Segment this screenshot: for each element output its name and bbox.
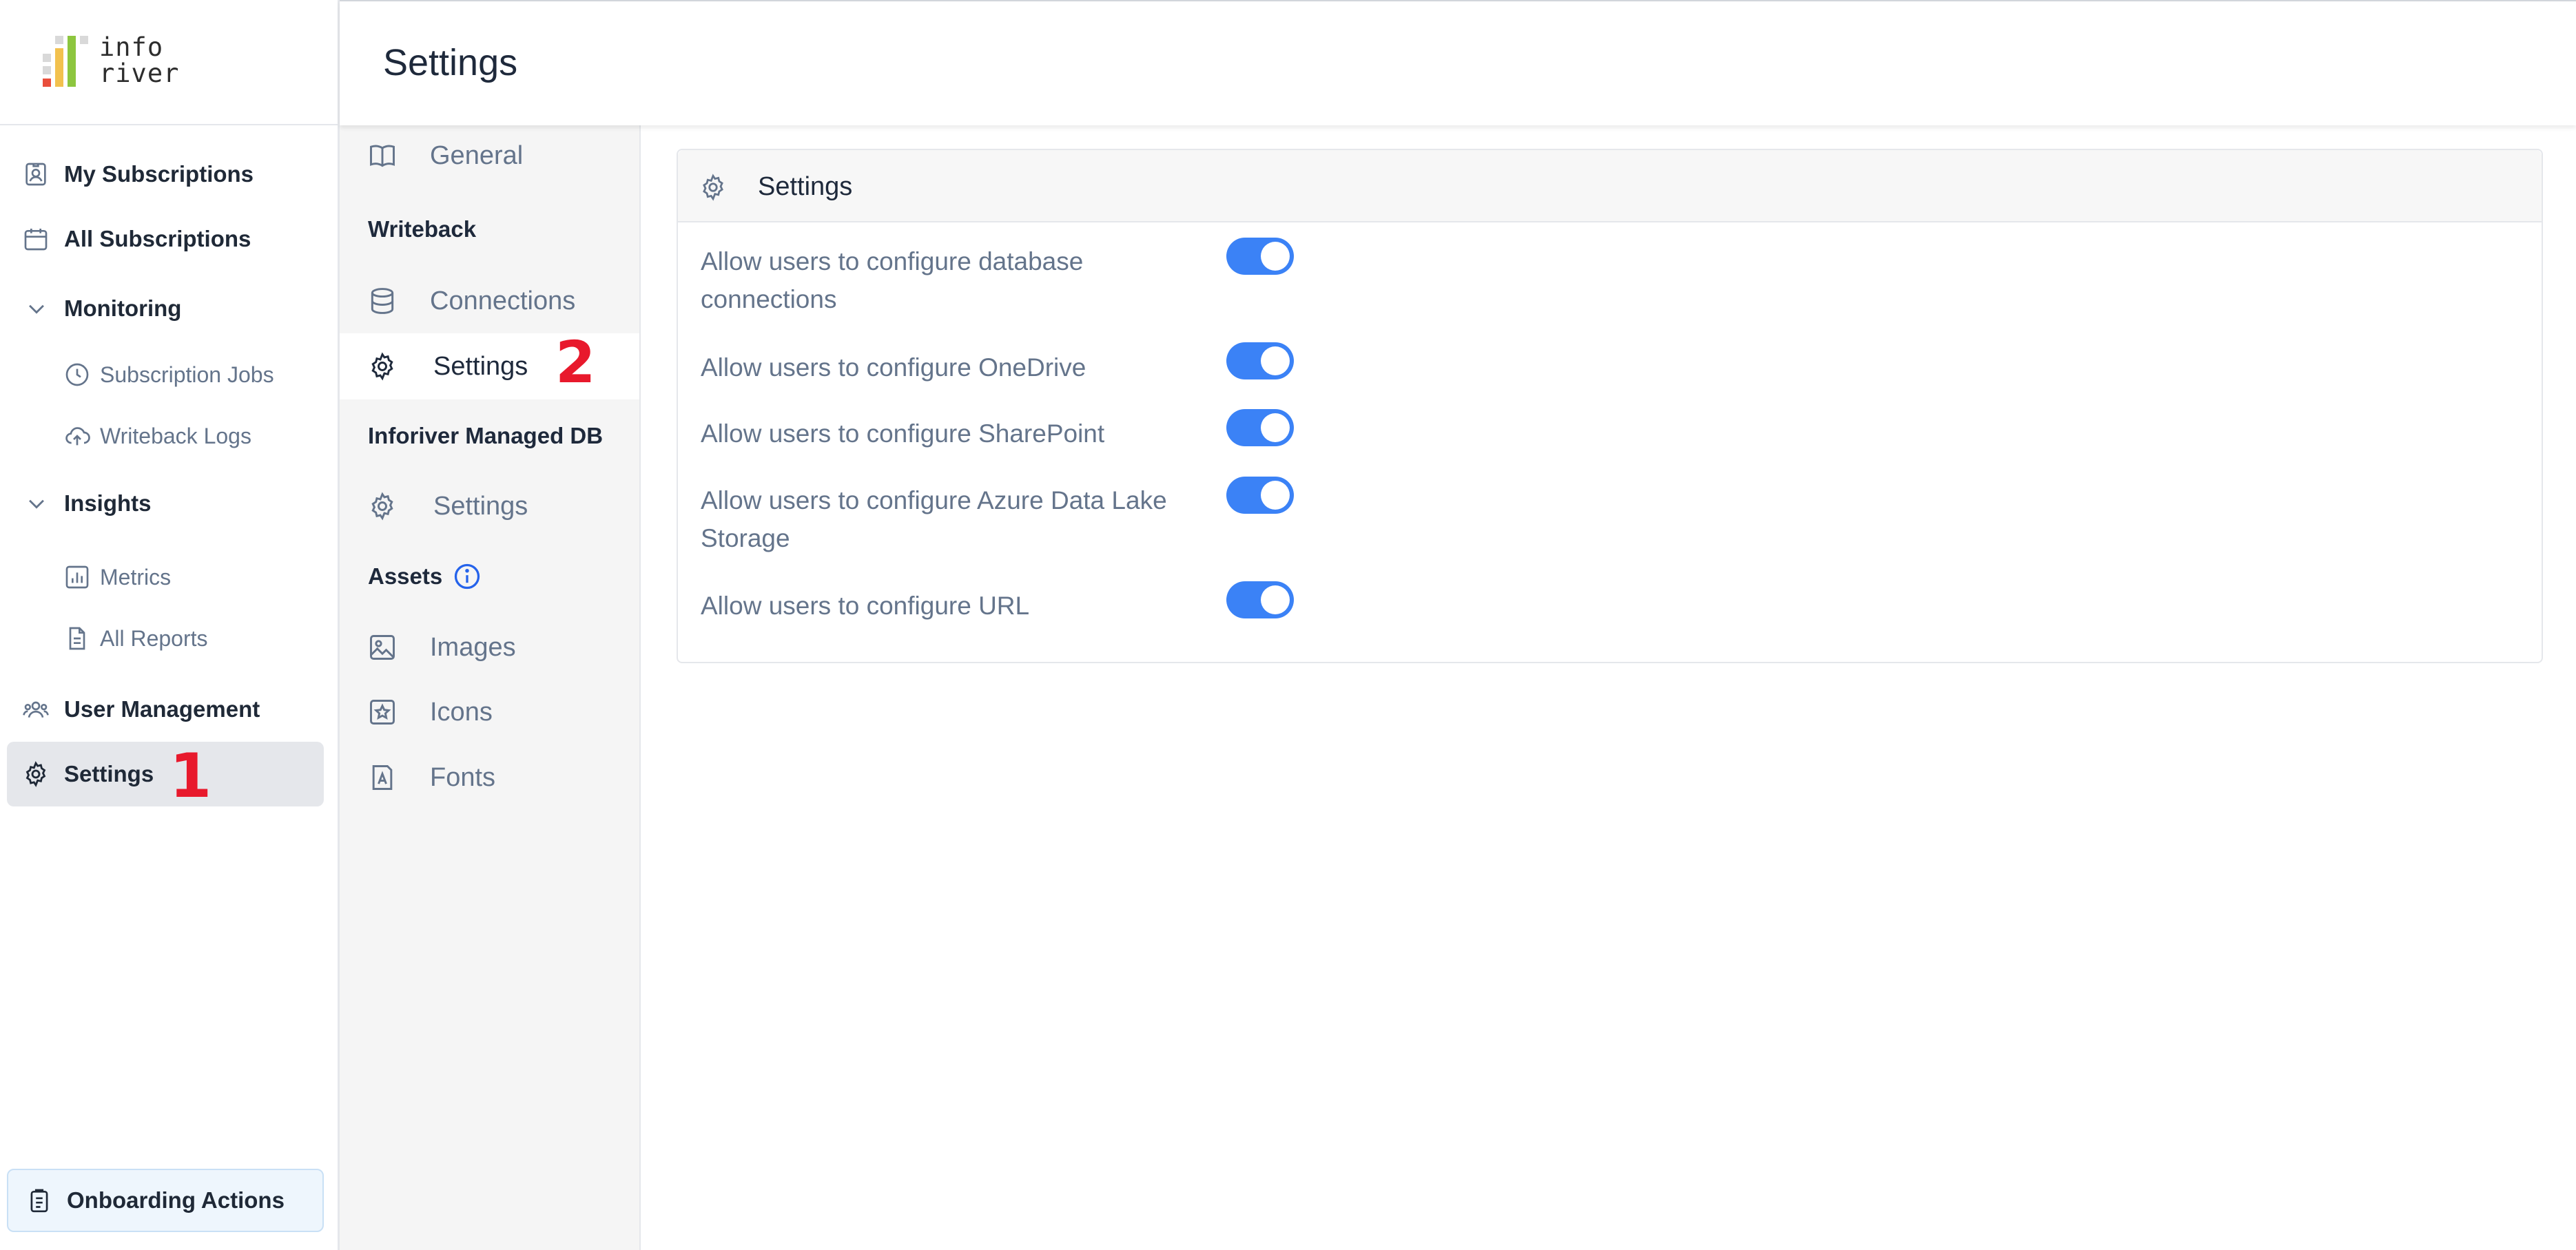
settings-card: Settings Allow users to configure databa…	[677, 149, 2543, 663]
annotation-marker-1: 1	[169, 740, 212, 811]
toggle-azure-data-lake[interactable]	[1226, 477, 1294, 514]
sidebar-item-label: Metrics	[100, 564, 172, 590]
submenu-item-general[interactable]: General	[340, 123, 639, 189]
sidebar-item-all-subscriptions[interactable]: All Subscriptions	[7, 207, 324, 271]
sidebar-item-writeback-logs[interactable]: Writeback Logs	[0, 408, 324, 463]
main-sidebar: info river My Subscriptions All Subscrip…	[0, 0, 340, 1250]
page-title: Settings	[383, 42, 518, 83]
gear-icon	[371, 492, 393, 521]
gear-icon	[25, 761, 46, 787]
submenu-item-label: General	[430, 140, 524, 170]
settings-submenu: General Writeback Connections Settings 2…	[340, 125, 641, 1250]
onboarding-actions-button[interactable]: Onboarding Actions	[7, 1169, 324, 1232]
submenu-item-fonts[interactable]: Fonts	[340, 744, 639, 811]
submenu-item-managed-db-settings[interactable]: Settings	[340, 473, 639, 539]
annotation-marker-2: 2	[555, 329, 596, 396]
sidebar-item-settings[interactable]: Settings	[7, 742, 324, 806]
star-icon	[370, 700, 395, 725]
option-label-sharepoint: Allow users to configure SharePoint	[701, 419, 1105, 448]
chevron-down-icon	[29, 304, 44, 314]
submenu-item-label: Settings	[433, 491, 528, 521]
settings-card-header: Settings	[678, 150, 2542, 222]
gear-icon	[703, 174, 723, 201]
option-label-onedrive: Allow users to configure OneDrive	[701, 353, 1086, 382]
submenu-item-label: Images	[430, 632, 516, 662]
sidebar-group-label: Insights	[64, 490, 152, 516]
user-card-icon	[25, 163, 46, 186]
database-icon	[371, 288, 394, 314]
submenu-heading-assets: Assets	[368, 563, 443, 589]
image-icon	[370, 635, 395, 660]
clipboard-icon	[30, 1189, 48, 1213]
calendar-icon	[24, 229, 48, 251]
book-icon	[370, 145, 395, 167]
option-label-database-connections: Allow users to configure database connec…	[701, 247, 1084, 313]
chevron-down-icon	[29, 499, 44, 509]
logo-line-river: river	[99, 59, 180, 88]
bar-chart-icon	[65, 565, 89, 589]
sidebar-item-subscription-jobs[interactable]: Subscription Jobs	[0, 347, 324, 402]
submenu-heading-managed-db: Inforiver Managed DB	[368, 423, 604, 448]
gear-icon	[371, 352, 393, 381]
toggle-onedrive[interactable]	[1226, 342, 1294, 379]
toggle-url[interactable]	[1226, 581, 1294, 618]
option-label-url: Allow users to configure URL	[701, 592, 1030, 620]
sidebar-item-label: All Subscriptions	[64, 226, 251, 251]
sidebar-item-user-management[interactable]: User Management	[7, 677, 324, 742]
users-icon	[23, 701, 49, 718]
submenu-item-label: Connections	[430, 286, 576, 315]
toggle-database-connections[interactable]	[1226, 238, 1294, 275]
clock-icon	[65, 363, 89, 386]
sidebar-group-insights[interactable]: Insights	[0, 476, 324, 531]
submenu-item-label: Settings	[433, 351, 528, 381]
info-icon[interactable]	[452, 561, 482, 592]
cloud-upload-icon	[65, 427, 90, 446]
sidebar-item-my-subscriptions[interactable]: My Subscriptions	[7, 142, 324, 207]
sidebar-item-label: My Subscriptions	[64, 161, 254, 187]
sidebar-item-label: User Management	[64, 696, 260, 722]
sidebar-item-metrics[interactable]: Metrics	[0, 550, 324, 605]
onboarding-actions-label: Onboarding Actions	[67, 1187, 285, 1213]
logo-bars-icon	[43, 36, 92, 87]
font-file-icon	[372, 765, 393, 790]
option-label-azure-data-lake: Allow users to configure Azure Data Lake…	[701, 486, 1167, 552]
sidebar-group-monitoring[interactable]: Monitoring	[0, 281, 324, 336]
app-logo[interactable]: info river	[0, 0, 338, 125]
sidebar-item-label: All Reports	[100, 625, 208, 651]
submenu-item-connections[interactable]: Connections	[340, 268, 639, 334]
submenu-heading-writeback: Writeback	[368, 216, 477, 242]
settings-card-title: Settings	[758, 172, 853, 201]
toggle-sharepoint[interactable]	[1226, 409, 1294, 446]
submenu-item-icons[interactable]: Icons	[340, 679, 639, 745]
sidebar-item-all-reports[interactable]: All Reports	[0, 611, 324, 666]
logo-text: info river	[99, 34, 179, 87]
submenu-item-images[interactable]: Images	[340, 614, 639, 680]
sidebar-item-label: Subscription Jobs	[100, 362, 274, 387]
submenu-item-label: Fonts	[430, 762, 496, 792]
logo-line-info: info	[99, 32, 164, 62]
sidebar-item-label: Settings	[64, 761, 154, 787]
sidebar-item-label: Writeback Logs	[100, 423, 251, 448]
document-icon	[69, 627, 85, 650]
page-header: Settings	[340, 0, 2576, 125]
sidebar-group-label: Monitoring	[64, 295, 182, 321]
submenu-item-label: Icons	[430, 697, 493, 727]
